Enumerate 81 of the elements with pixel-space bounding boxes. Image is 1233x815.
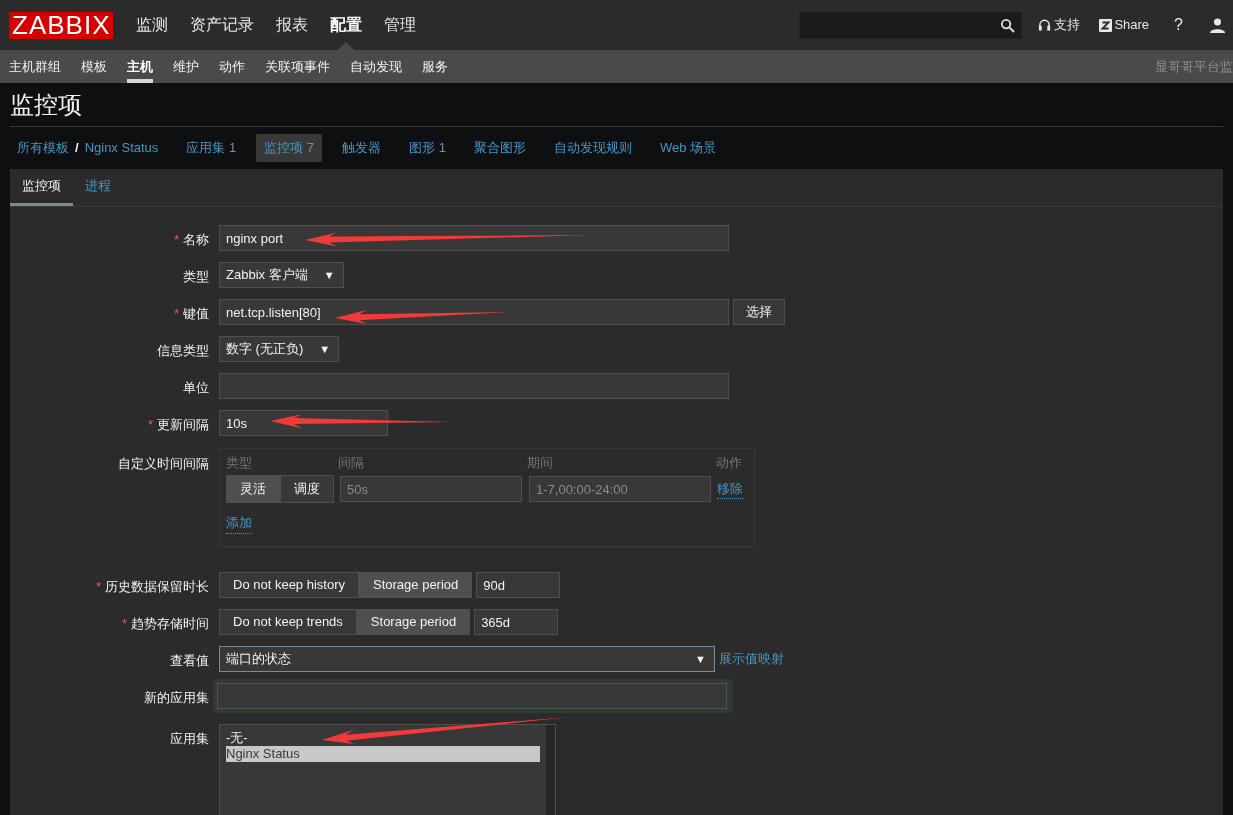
input-field[interactable]: 50s [340,476,522,502]
sub-menu-item[interactable]: 主机 [117,50,163,83]
breadcrumb-link[interactable]: Nginx Status [84,138,159,158]
main-menu-item[interactable]: 报表 [265,0,320,50]
main-menu-item[interactable]: 管理 [373,0,428,50]
list-option[interactable]: Nginx Status [226,746,540,762]
input-field[interactable]: 365d [474,609,559,635]
input-field[interactable]: net.tcp.listen[80] [219,299,729,325]
field-label: 历史数据保留时长 [105,579,209,594]
required-mark: * [147,417,153,432]
z-square-icon [1099,18,1113,32]
field-label: 自定义时间间隔 [118,456,209,471]
field-label: 信息类型 [157,343,209,358]
field-label: 查看值 [170,653,209,668]
segment-option[interactable]: Storage period [359,572,473,598]
sub-menu-item[interactable]: 主机群组 [0,50,71,83]
search-field[interactable] [799,11,1023,39]
input-field[interactable] [213,679,733,713]
field-label: 趋势存储时间 [131,616,209,631]
field-label: 应用集 [170,731,209,746]
required-mark: * [173,306,179,321]
segment-option[interactable]: 调度 [280,475,334,503]
list-option[interactable]: -无- [226,730,540,746]
input-field[interactable] [219,373,729,399]
column-header: 动作 [716,454,742,472]
sub-menu-item[interactable]: 服务 [412,50,458,83]
server-name: 显哥哥平台监 [1155,57,1233,76]
support-link[interactable]: 支持 [1038,15,1081,35]
field-label: 类型 [183,269,209,284]
breadcrumb-tab[interactable]: 自动发现规则 [545,134,640,162]
logo[interactable]: ZABBIX [9,11,114,39]
headset-icon [1038,18,1052,32]
field-label: 更新间隔 [157,417,209,432]
required-mark: * [121,616,127,631]
column-header: 间隔 [338,454,365,472]
scrollbar[interactable] [546,725,555,815]
breadcrumb-link[interactable]: 所有模板 [17,138,69,158]
breadcrumb-tab[interactable]: Web 场景 [651,134,724,162]
share-link[interactable]: Share [1099,15,1150,35]
list-box[interactable]: -无- Nginx Status [219,724,556,815]
sub-menu-item[interactable]: 动作 [209,50,255,83]
main-menu-item[interactable]: 监测 [125,0,180,50]
form-tab[interactable]: 进程 [73,169,123,206]
remove-link[interactable]: 移除 [717,478,743,500]
user-icon[interactable] [1210,17,1225,33]
search-icon [1000,17,1016,33]
select-field[interactable]: 端口的状态 ▼ [219,646,715,672]
breadcrumb-tab[interactable]: 应用集 1 [178,134,245,162]
field-label: 键值 [183,306,209,321]
input-field[interactable]: 90d [476,572,561,598]
help-link[interactable]: ? [1174,13,1183,37]
sub-menu-item[interactable]: 模板 [71,50,117,83]
page-title: 监控项 [10,83,1223,127]
form-tab[interactable]: 监控项 [10,169,73,206]
segment-option[interactable]: Do not keep trends [219,609,357,635]
sub-menu-item[interactable]: 自动发现 [340,50,412,83]
segment-option[interactable]: 灵活 [226,475,280,503]
field-label: 单位 [183,380,209,395]
input-field[interactable]: nginx port [219,225,729,251]
breadcrumb-separator: / [75,139,79,158]
required-mark: * [173,232,179,247]
required-mark: * [95,579,101,594]
select-field[interactable]: 数字 (无正负) ▼ [219,336,340,362]
main-menu-item[interactable]: 资产记录 [179,0,266,50]
breadcrumb-tab[interactable]: 图形 1 [401,134,454,162]
breadcrumb-tab[interactable]: 聚合图形 [465,134,534,162]
column-header: 期间 [527,454,554,472]
breadcrumb-tab[interactable]: 监控项 7 [256,134,323,162]
field-label: 名称 [183,232,209,247]
value-mapping-link[interactable]: 展示值映射 [719,649,784,669]
select-field[interactable]: Zabbix 客户端 ▼ [219,262,344,288]
input-field[interactable]: 1-7,00:00-24:00 [529,476,711,502]
column-header: 类型 [226,454,253,472]
select-button[interactable]: 选择 [733,299,785,325]
breadcrumb-tab[interactable]: 触发器 [334,134,390,162]
add-link[interactable]: 添加 [226,513,252,534]
sub-menu-item[interactable]: 维护 [163,50,209,83]
field-label: 新的应用集 [144,690,209,705]
segment-option[interactable]: Storage period [356,609,471,635]
segment-option[interactable]: Do not keep history [219,572,359,598]
sub-menu-item[interactable]: 关联项事件 [255,50,340,83]
